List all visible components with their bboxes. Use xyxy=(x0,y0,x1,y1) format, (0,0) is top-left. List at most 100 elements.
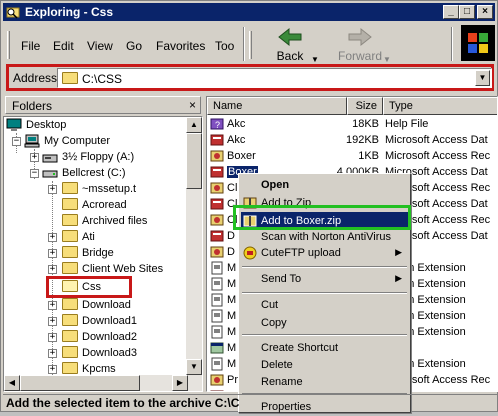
folder-icon xyxy=(62,246,78,260)
folders-close-icon[interactable]: × xyxy=(189,98,196,112)
back-button[interactable]: Back ▼ xyxy=(263,25,319,64)
file-name: Pr xyxy=(227,374,238,386)
title-bar[interactable]: Exploring - Css _ □ × xyxy=(3,3,495,21)
expand-icon[interactable]: + xyxy=(48,333,57,342)
file-name: D xyxy=(227,230,235,242)
folders-horizontal-scrollbar[interactable]: ◀ ▶ xyxy=(4,375,188,391)
collapse-icon[interactable]: − xyxy=(12,137,21,146)
scroll-up-icon[interactable]: ▲ xyxy=(186,117,202,133)
minimize-button[interactable]: _ xyxy=(443,5,459,19)
file-name: Cl xyxy=(227,182,238,194)
add-to-boxer-highlight-box xyxy=(233,205,411,230)
folder-icon xyxy=(62,230,78,244)
menu-cuteftp-upload[interactable]: CuteFTP upload ▶ xyxy=(241,244,408,262)
menu-tools[interactable]: Too xyxy=(215,39,234,53)
file-type: Help File xyxy=(385,118,429,130)
window-title: Exploring - Css xyxy=(25,5,114,19)
dll-icon xyxy=(211,357,223,371)
column-header-name[interactable]: Name xyxy=(207,97,347,115)
menu-view[interactable]: View xyxy=(87,39,113,53)
file-type: Microsoft Access Dat xyxy=(385,134,488,146)
access-db-icon xyxy=(210,198,224,210)
file-size: 192KB xyxy=(345,134,379,146)
address-input[interactable]: C:\CSS ▼ xyxy=(57,68,492,88)
menu-create-shortcut[interactable]: Create Shortcut xyxy=(241,339,408,357)
scroll-right-icon[interactable]: ▶ xyxy=(172,375,188,391)
menu-go[interactable]: Go xyxy=(126,39,142,53)
expand-icon[interactable]: + xyxy=(48,233,57,242)
file-name: D xyxy=(227,246,235,258)
file-name: M xyxy=(227,278,237,290)
address-dropdown-button[interactable]: ▼ xyxy=(475,70,490,86)
menu-favorites[interactable]: Favorites xyxy=(156,39,205,53)
address-label: Address xyxy=(13,71,58,85)
folder-tree[interactable]: Desktop − My Computer + 3½ Floppy (A:) −… xyxy=(3,116,203,392)
menu-separator xyxy=(242,266,407,268)
hscroll-thumb[interactable] xyxy=(20,375,140,391)
access-app-icon xyxy=(210,246,224,258)
folders-vertical-scrollbar[interactable]: ▲ ▼ xyxy=(186,117,202,391)
expand-icon[interactable]: + xyxy=(30,153,39,162)
folders-title: Folders xyxy=(12,99,53,113)
menu-open[interactable]: Open xyxy=(241,176,408,194)
folder-icon xyxy=(62,314,78,328)
svg-text:?: ? xyxy=(215,120,220,130)
expand-icon[interactable]: + xyxy=(48,365,57,374)
file-row[interactable]: Akc 192KB Microsoft Access Dat xyxy=(207,132,497,148)
file-size: 18KB xyxy=(352,118,379,130)
close-button[interactable]: × xyxy=(477,5,493,19)
column-header-type[interactable]: Type xyxy=(383,97,497,115)
expand-icon[interactable]: + xyxy=(48,301,57,310)
menu-cut[interactable]: Cut xyxy=(241,296,408,314)
expand-icon[interactable]: + xyxy=(48,349,57,358)
menu-edit[interactable]: Edit xyxy=(53,39,74,53)
folder-icon xyxy=(62,362,78,376)
access-app-icon xyxy=(210,214,224,226)
forward-arrow-icon xyxy=(348,27,372,47)
toolbar-end-separator xyxy=(451,27,453,61)
expand-icon[interactable]: + xyxy=(48,317,57,326)
column-header-size[interactable]: Size xyxy=(347,97,383,115)
file-row[interactable]: ? Akc 18KB Help File xyxy=(207,116,497,132)
file-name: M xyxy=(227,326,237,338)
file-row[interactable]: Boxer 1KB Microsoft Access Rec xyxy=(207,148,497,164)
folder-icon xyxy=(62,346,78,360)
dll-icon xyxy=(211,293,223,307)
scroll-left-icon[interactable]: ◀ xyxy=(4,375,20,391)
forward-dropdown-icon[interactable]: ▼ xyxy=(383,55,391,64)
scroll-down-icon[interactable]: ▼ xyxy=(186,359,202,375)
menu-rename[interactable]: Rename xyxy=(241,373,408,391)
forward-button[interactable]: Forward ▼ xyxy=(329,25,391,64)
file-size: 1KB xyxy=(358,150,379,162)
folders-header: Folders × xyxy=(5,96,201,114)
collapse-icon[interactable]: − xyxy=(30,169,39,178)
expand-icon[interactable]: + xyxy=(48,265,57,274)
menu-delete[interactable]: Delete xyxy=(241,356,408,374)
dll-icon xyxy=(211,261,223,275)
computer-icon xyxy=(24,134,40,148)
maximize-button[interactable]: □ xyxy=(459,5,475,19)
desktop-icon xyxy=(6,118,22,131)
folder-icon xyxy=(62,298,78,312)
expand-icon[interactable]: + xyxy=(48,185,57,194)
file-name: Pr xyxy=(227,390,238,391)
menu-copy[interactable]: Copy xyxy=(241,314,408,332)
menu-send-to[interactable]: Send To ▶ xyxy=(241,270,408,288)
access-app-icon xyxy=(210,182,224,194)
back-arrow-icon xyxy=(278,27,302,47)
toolbar-grip[interactable] xyxy=(249,31,252,59)
access-db-icon xyxy=(210,390,224,391)
menu-file[interactable]: File xyxy=(21,39,40,53)
menubar-grip[interactable] xyxy=(7,31,10,59)
access-db-icon xyxy=(210,230,224,242)
scroll-thumb[interactable] xyxy=(186,133,202,189)
help-file-icon: ? xyxy=(210,118,224,130)
dll-icon xyxy=(211,325,223,339)
address-value: C:\CSS xyxy=(82,72,123,86)
back-dropdown-icon[interactable]: ▼ xyxy=(311,55,319,64)
file-name: M xyxy=(227,358,237,370)
expand-icon[interactable]: + xyxy=(48,249,57,258)
forward-label: Forward xyxy=(337,49,382,63)
dll-icon xyxy=(211,277,223,291)
folder-icon xyxy=(62,330,78,344)
